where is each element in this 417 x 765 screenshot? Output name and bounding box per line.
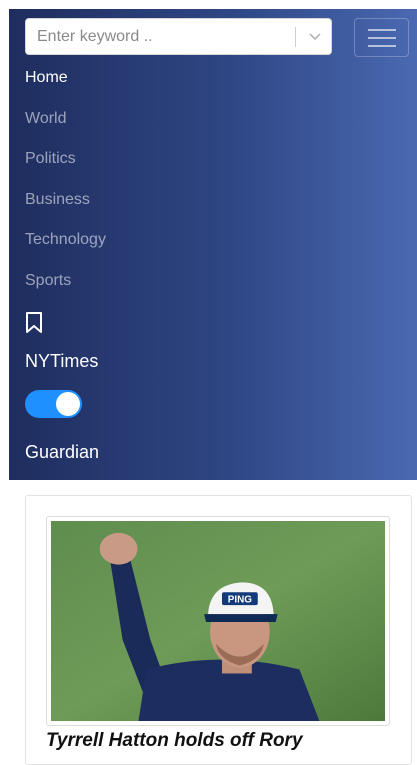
search-separator	[295, 27, 296, 47]
source-toggle-switch[interactable]	[25, 390, 82, 418]
nav-item-world[interactable]: World	[25, 110, 67, 128]
nav-item-home[interactable]: Home	[25, 69, 68, 87]
menu-toggle-button[interactable]	[354, 18, 409, 57]
article-image-frame: PING	[46, 516, 390, 726]
bookmark-icon[interactable]	[25, 312, 43, 334]
switch-knob	[56, 392, 80, 416]
search-select[interactable]: Enter keyword ..	[25, 18, 332, 55]
nav-item-technology[interactable]: Technology	[25, 231, 106, 249]
source-label-guardian: Guardian	[25, 442, 100, 462]
source-label-nytimes: NYTimes	[25, 351, 99, 371]
article-card[interactable]: PING Tyrrell Hatton holds off Rory	[25, 495, 412, 765]
nav-item-politics[interactable]: Politics	[25, 150, 76, 168]
nav-item-sports[interactable]: Sports	[25, 272, 71, 290]
hamburger-icon	[368, 29, 396, 47]
search-placeholder: Enter keyword ..	[37, 28, 153, 45]
cap-brand-text: PING	[228, 595, 253, 606]
navbar: Enter keyword .. Home World Politics Bus…	[9, 9, 417, 480]
chevron-down-icon[interactable]	[307, 28, 323, 44]
article-image[interactable]: PING	[51, 521, 385, 721]
nav-item-business[interactable]: Business	[25, 191, 90, 209]
